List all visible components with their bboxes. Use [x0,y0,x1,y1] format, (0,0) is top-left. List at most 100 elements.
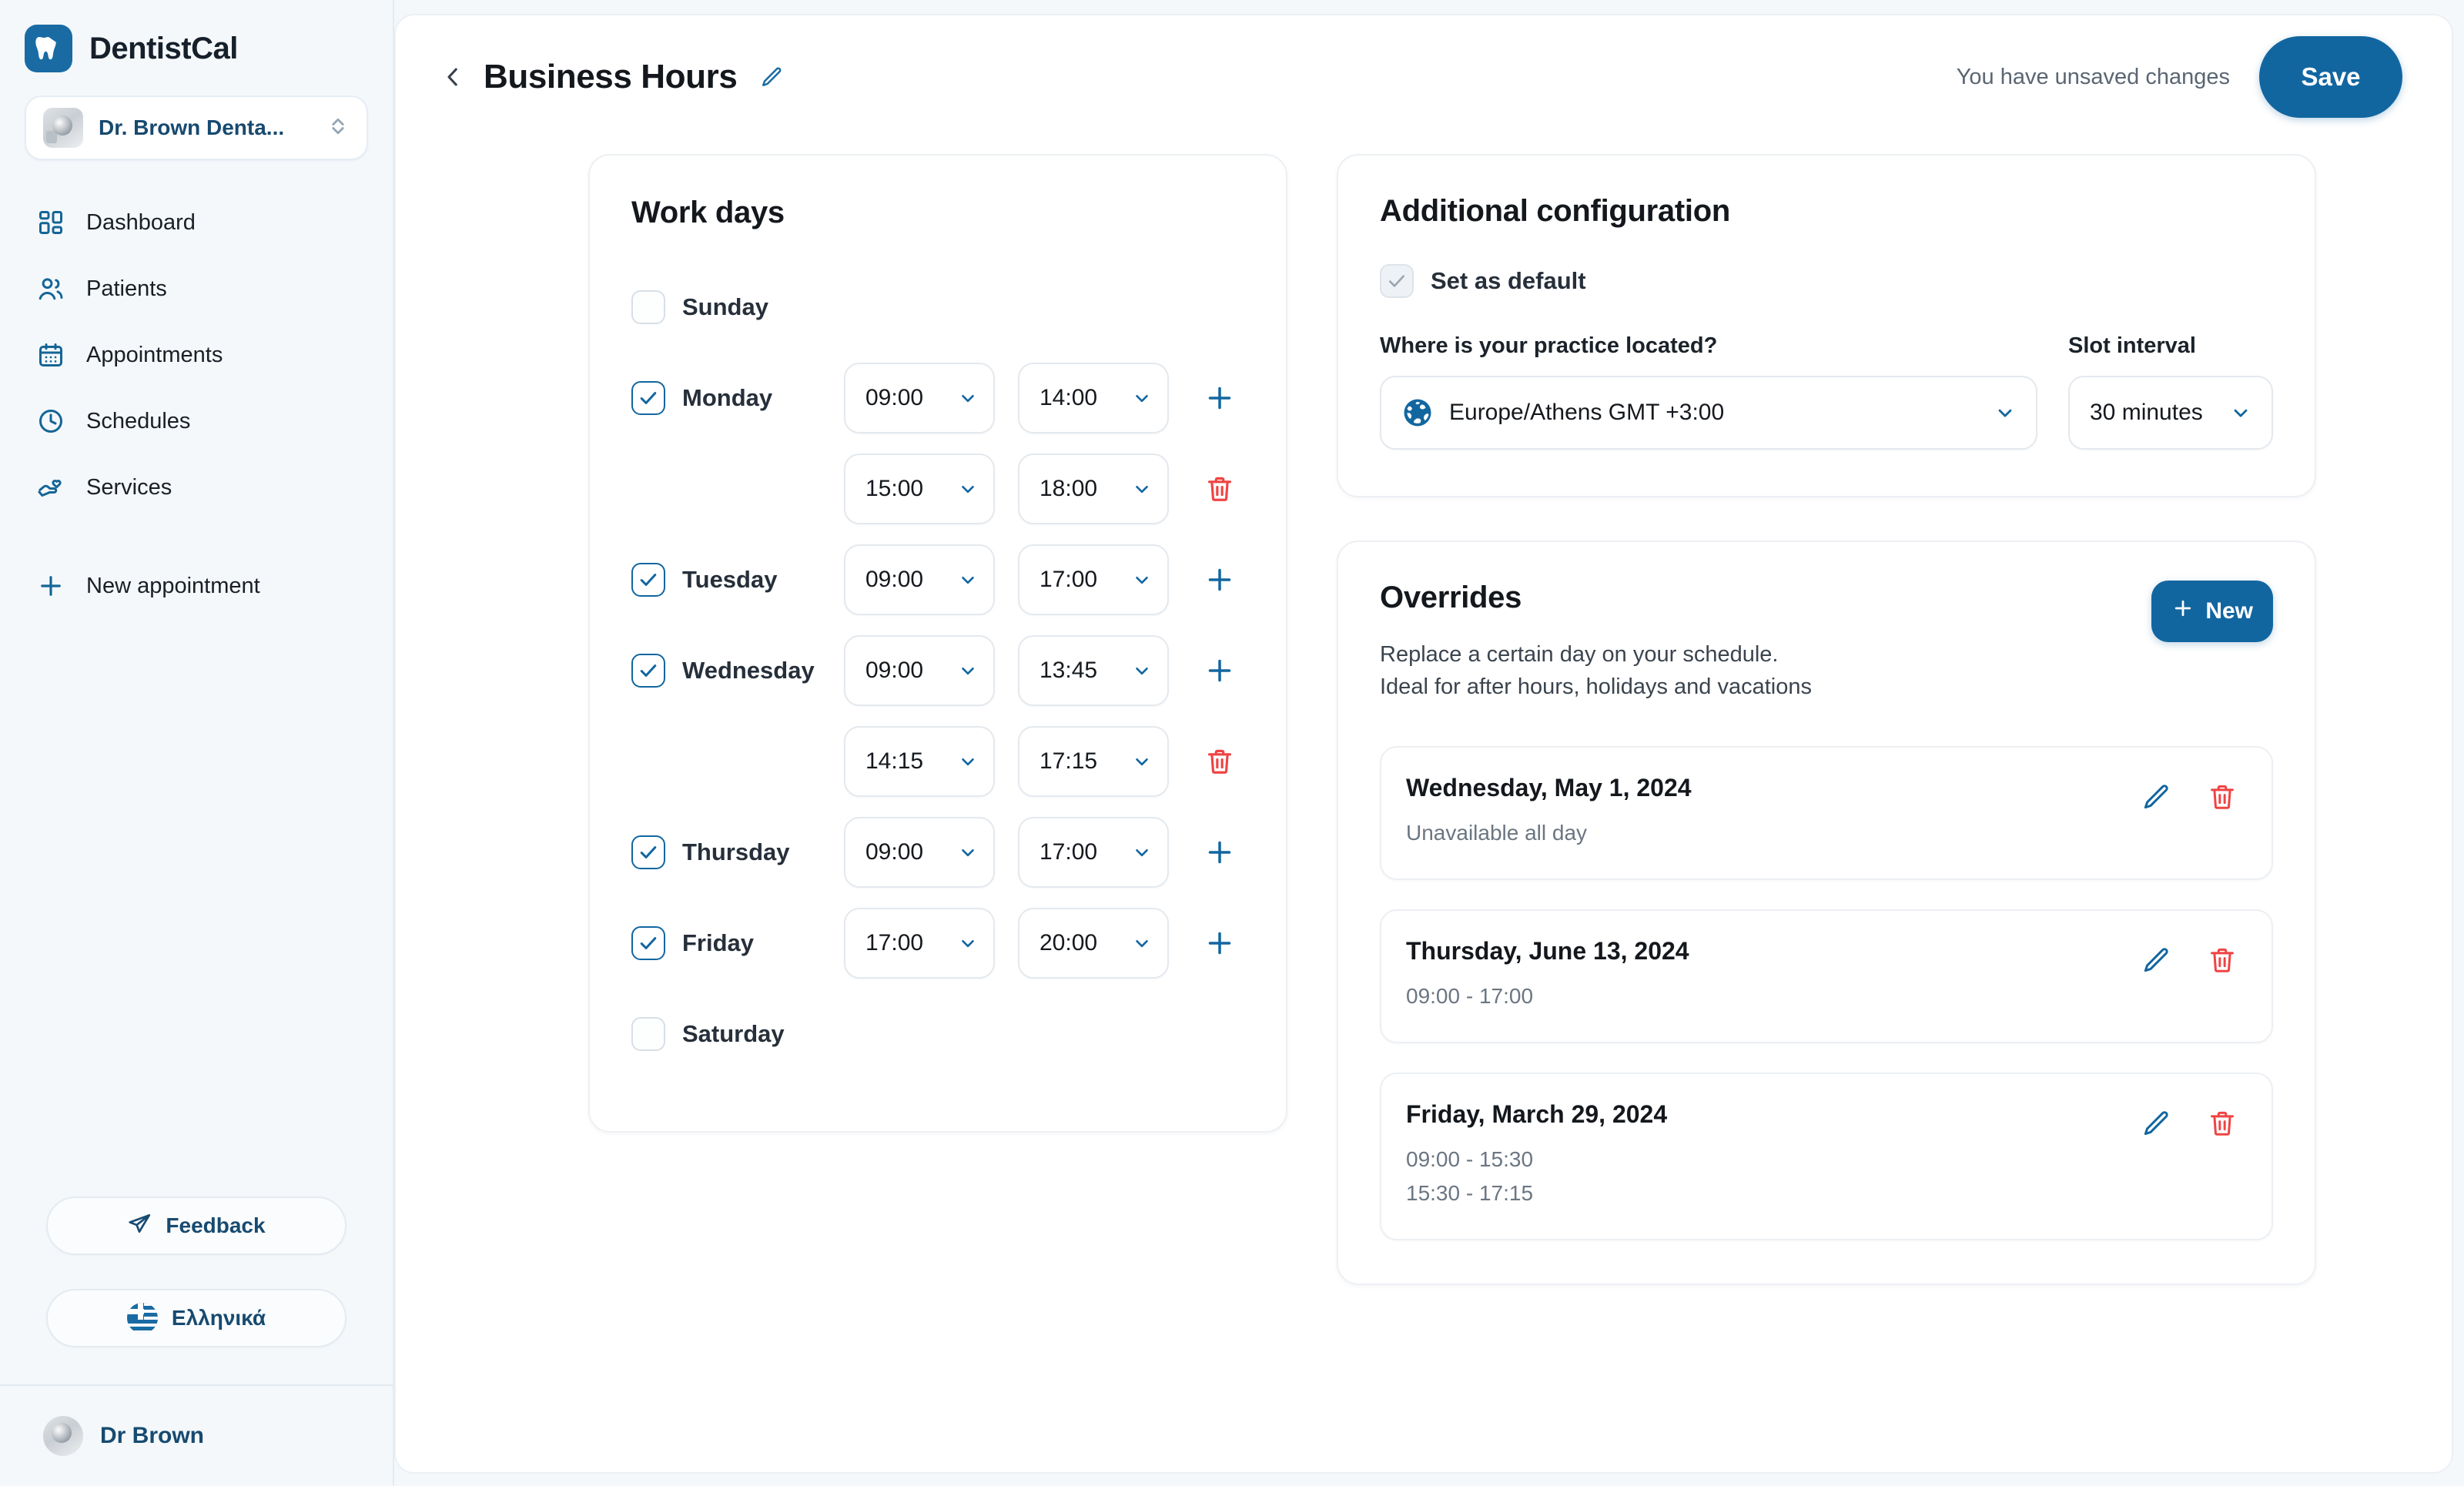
sidebar-item-dashboard[interactable]: Dashboard [0,189,393,256]
overrides-card: Overrides Replace a certain day on your … [1337,541,2316,1286]
day-checkbox-thursday[interactable]: Thursday [631,835,844,869]
time-value: 20:00 [1040,930,1098,956]
time-select-from[interactable]: 17:00 [844,908,995,979]
override-times: 09:00 - 17:00 [1406,979,2138,1014]
brand: DentistCal [0,0,393,72]
day-checkbox-saturday[interactable]: Saturday [631,1017,844,1051]
header-actions: You have unsaved changes Save [1957,36,2402,118]
hand-heart-icon [35,472,66,503]
dashboard-grid-icon [35,207,66,238]
override-date: Thursday, June 13, 2024 [1406,936,1689,965]
time-select-to[interactable]: 20:00 [1018,908,1169,979]
time-select-from[interactable]: 14:15 [844,726,995,797]
new-appointment-button[interactable]: New appointment [0,553,393,619]
delete-slot-button[interactable] [1195,464,1244,514]
chevron-down-icon [1132,661,1152,681]
sidebar-item-label: Appointments [86,342,223,367]
time-value: 17:00 [1040,567,1098,592]
delete-override-button[interactable] [2204,778,2241,815]
day-row: Saturday [631,997,1244,1071]
edit-override-button[interactable] [2138,1105,2174,1142]
sidebar-item-patients[interactable]: Patients [0,256,393,322]
save-button[interactable]: Save [2259,36,2402,118]
time-select-from[interactable]: 09:00 [844,635,995,706]
time-select-to[interactable]: 13:45 [1018,635,1169,706]
sidebar-user[interactable]: Dr Brown [0,1386,393,1486]
edit-override-button[interactable] [2138,942,2174,979]
pencil-icon[interactable] [755,61,788,93]
chevron-down-icon [958,479,978,499]
checkbox-icon[interactable] [631,1017,665,1051]
time-select-from[interactable]: 09:00 [844,544,995,615]
overrides-title: Overrides [1380,581,1522,614]
day-checkbox-tuesday[interactable]: Tuesday [631,563,844,597]
add-slot-button[interactable] [1195,828,1244,877]
time-value: 18:00 [1040,476,1098,501]
time-select-to[interactable]: 17:00 [1018,544,1169,615]
time-value: 15:00 [865,476,924,501]
edit-override-button[interactable] [2138,778,2174,815]
list-item[interactable]: Friday, March 29, 2024 09:00 - 15:30 15:… [1380,1072,2273,1241]
override-actions [2138,774,2241,815]
time-select-from[interactable]: 15:00 [844,453,995,524]
checkbox-icon[interactable] [631,290,665,324]
timezone-select[interactable]: Europe/Athens GMT +3:00 [1380,376,2037,450]
overrides-header: Overrides Replace a certain day on your … [1380,581,2273,703]
chevron-down-icon [1132,388,1152,408]
sidebar-item-schedules[interactable]: Schedules [0,388,393,454]
language-button[interactable]: Ελληνικά [46,1289,346,1347]
list-item[interactable]: Thursday, June 13, 2024 09:00 - 17:00 [1380,909,2273,1043]
day-row: 15:00 18:00 [631,452,1244,526]
add-slot-button[interactable] [1195,555,1244,604]
new-appointment-label: New appointment [86,573,260,598]
delete-slot-button[interactable] [1195,737,1244,786]
day-checkbox-wednesday[interactable]: Wednesday [631,654,844,688]
org-selector[interactable]: Dr. Brown Denta... [25,95,368,160]
time-select-from[interactable]: 09:00 [844,363,995,433]
day-label: Sunday [682,293,768,320]
add-slot-button[interactable] [1195,919,1244,968]
chevron-left-icon[interactable] [430,54,476,100]
sidebar-item-label: Schedules [86,408,191,433]
delete-override-button[interactable] [2204,1105,2241,1142]
time-select-to[interactable]: 14:00 [1018,363,1169,433]
day-label: Saturday [682,1020,785,1047]
day-checkbox-sunday[interactable]: Sunday [631,290,844,324]
slot-interval-value: 30 minutes [2090,400,2203,425]
new-override-button[interactable]: New [2151,581,2273,642]
plus-icon [35,571,66,601]
overrides-list: Wednesday, May 1, 2024 Unavailable all d… [1380,746,2273,1241]
sidebar-item-label: Patients [86,276,167,301]
day-checkbox-friday[interactable]: Friday [631,926,844,960]
checkbox-icon[interactable] [631,381,665,415]
override-times: Unavailable all day [1406,816,2138,851]
add-slot-button[interactable] [1195,373,1244,423]
language-label: Ελληνικά [171,1306,266,1330]
checkbox-icon[interactable] [631,926,665,960]
time-select-to[interactable]: 18:00 [1018,453,1169,524]
time-select-to[interactable]: 17:00 [1018,817,1169,888]
sidebar: DentistCal Dr. Brown Denta... Dashboard [0,0,394,1486]
checkbox-icon[interactable] [631,654,665,688]
avatar [43,1416,83,1456]
additional-configuration-title: Additional configuration [1380,194,1730,228]
sidebar-item-services[interactable]: Services [0,454,393,520]
time-select-from[interactable]: 09:00 [844,817,995,888]
sidebar-item-appointments[interactable]: Appointments [0,322,393,388]
time-value: 14:00 [1040,385,1098,410]
add-slot-button[interactable] [1195,646,1244,695]
day-checkbox-monday[interactable]: Monday [631,381,844,415]
time-value: 17:15 [1040,748,1098,774]
time-value: 09:00 [865,658,924,683]
slot-interval-select[interactable]: 30 minutes [2068,376,2273,450]
time-select-to[interactable]: 17:15 [1018,726,1169,797]
additional-configuration-card: Additional configuration Set as default … [1337,154,2316,497]
chevron-down-icon [958,388,978,408]
feedback-button[interactable]: Feedback [46,1196,346,1255]
config-column: Additional configuration Set as default … [1337,154,2316,1286]
checkbox-icon[interactable] [631,835,665,869]
delete-override-button[interactable] [2204,942,2241,979]
checkbox-icon[interactable] [631,563,665,597]
list-item[interactable]: Wednesday, May 1, 2024 Unavailable all d… [1380,746,2273,880]
checkbox-icon [1380,264,1414,298]
